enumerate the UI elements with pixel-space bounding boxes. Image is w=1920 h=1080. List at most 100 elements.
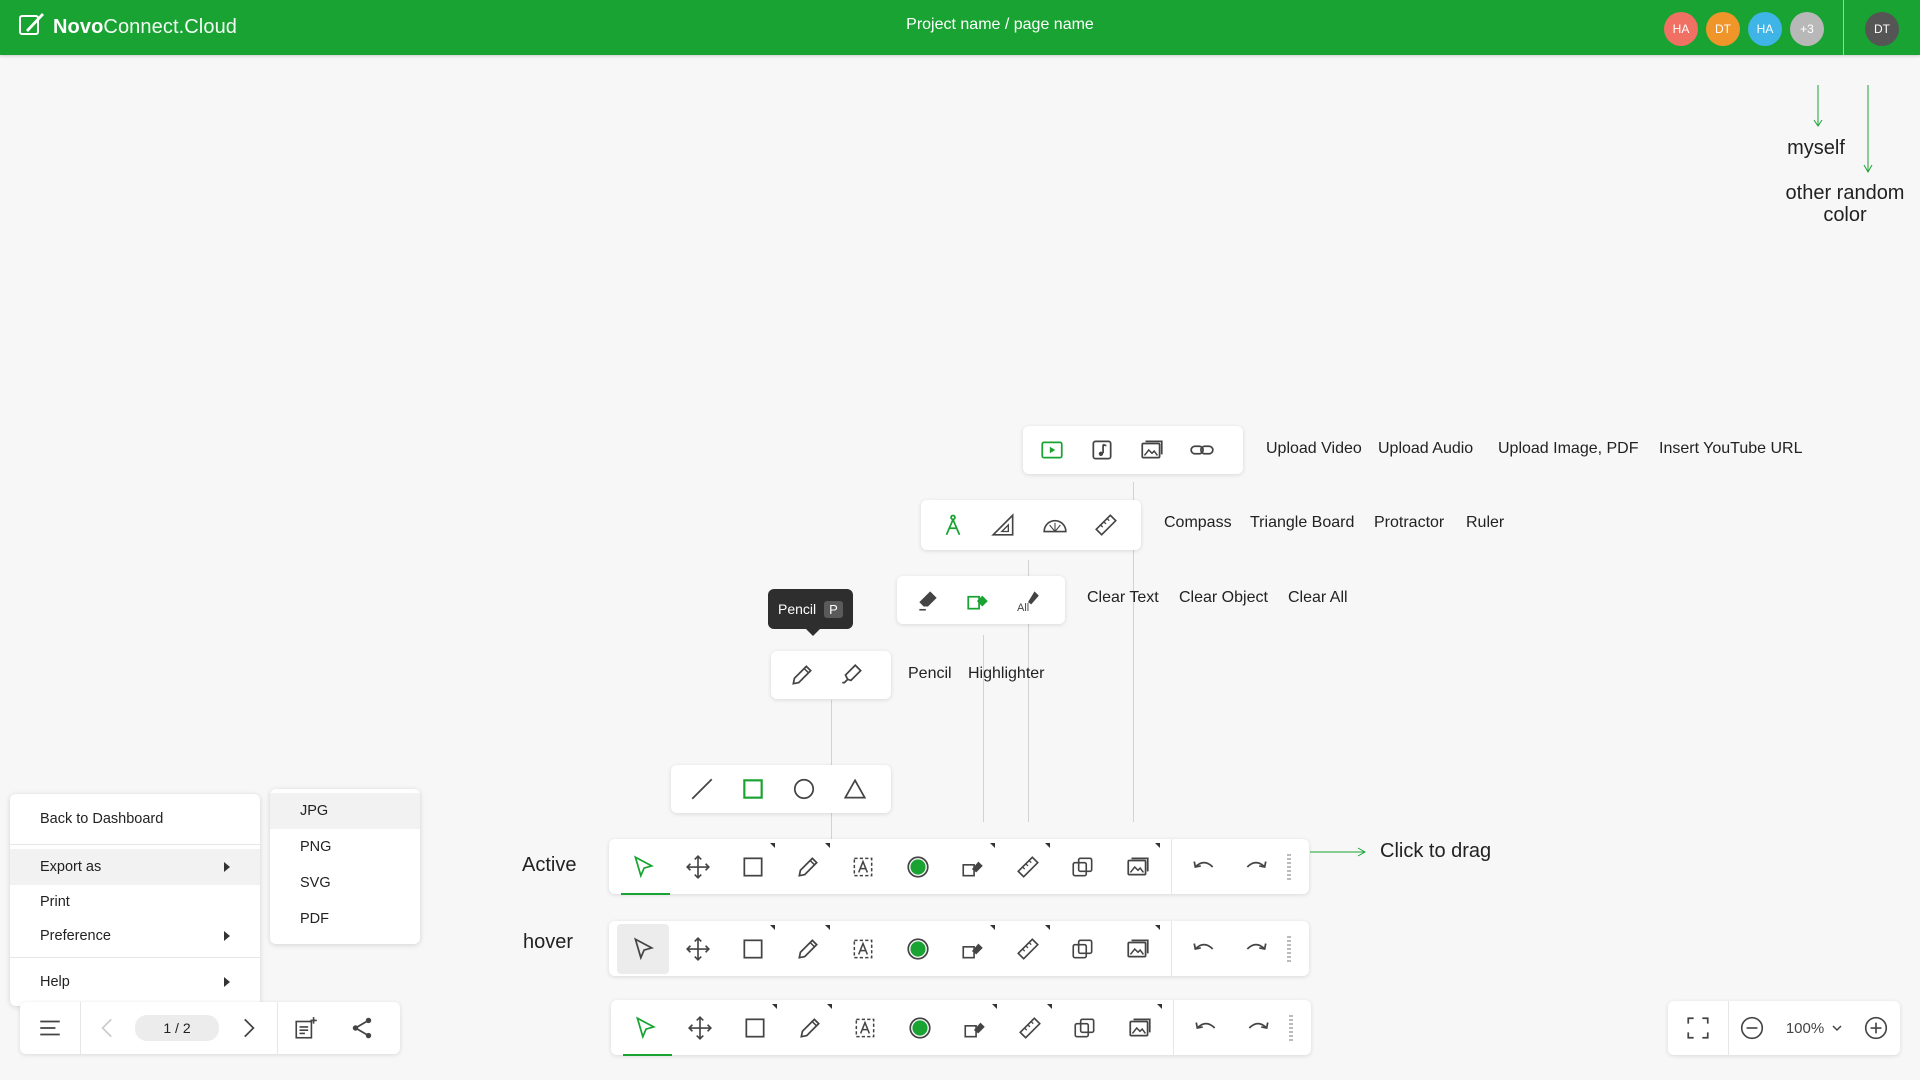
export-svg[interactable]: SVG [270,865,420,901]
fullscreen-button[interactable] [1668,1001,1728,1055]
hamburger-icon [40,1020,60,1036]
self-avatar[interactable]: DT [1865,12,1899,46]
submenu-corner-icon [1045,843,1050,848]
main-menu: Back to Dashboard Export as Print Prefer… [10,794,260,1006]
submenu-corner-icon [990,843,995,848]
menu-preference[interactable]: Preference [10,919,260,953]
ruler-button[interactable] [1080,501,1131,549]
menu-button[interactable] [20,1002,80,1054]
color-tool-button[interactable] [892,1000,947,1055]
clear-object-button[interactable] [953,576,1003,624]
menu-back-to-dashboard[interactable]: Back to Dashboard [10,802,260,836]
eraser-tool-button[interactable] [945,921,1000,976]
redo-button[interactable] [1230,921,1282,976]
move-tool-button[interactable] [670,839,725,894]
add-page-button[interactable] [278,1002,334,1054]
ruler-tool-button[interactable] [1002,1000,1057,1055]
video-icon [1041,441,1063,459]
select-tool-button[interactable] [617,923,669,974]
undo-button[interactable] [1180,1000,1232,1055]
eraser-tool-button[interactable] [945,839,1000,894]
protractor-button[interactable] [1029,501,1080,549]
export-pdf[interactable]: PDF [270,901,420,937]
redo-icon [1248,1021,1269,1029]
collaborator-avatar[interactable]: HA [1664,12,1698,46]
upload-image-button[interactable] [1127,426,1177,474]
compass-button[interactable] [927,501,978,549]
triangle-board-button[interactable] [978,501,1029,549]
menu-export-as[interactable]: Export as [10,849,260,885]
move-tool-button[interactable] [670,921,725,976]
menu-print[interactable]: Print [10,885,260,919]
submenu-corner-icon [770,925,775,930]
collaborator-avatar[interactable]: DT [1706,12,1740,46]
color-tool-button[interactable] [890,921,945,976]
page-indicator[interactable]: 1 / 2 [135,1015,219,1041]
redo-button[interactable] [1230,839,1282,894]
color-tool-button[interactable] [890,839,945,894]
export-png[interactable]: PNG [270,829,420,865]
insert-link-button[interactable] [1177,426,1227,474]
zoom-level-select[interactable]: 100% [1775,1020,1853,1037]
redo-button[interactable] [1232,1000,1284,1055]
image-tool-button[interactable] [1112,1000,1167,1055]
copy-icon [1071,939,1092,958]
drag-handle[interactable] [1282,839,1296,894]
shape-tool-button[interactable] [725,839,780,894]
zoom-in-button[interactable] [1853,1001,1899,1055]
label-upload-audio: Upload Audio [1378,440,1474,457]
page-title[interactable]: Project name / page name [700,16,1300,34]
menu-divider [10,957,260,958]
ruler-tool-button[interactable] [1000,921,1055,976]
shape-tool-button[interactable] [725,921,780,976]
eraser-tool-button[interactable] [947,1000,1002,1055]
highlighter-button[interactable] [827,651,877,699]
zoom-out-button[interactable] [1729,1001,1775,1055]
collaborator-avatar[interactable]: HA [1748,12,1782,46]
ruler-icon [1016,937,1039,960]
copy-tool-button[interactable] [1057,1000,1112,1055]
submenu-corner-icon [992,1004,997,1009]
pencil-icon [792,665,812,685]
select-tool-button[interactable] [617,1000,672,1056]
upload-audio-button[interactable] [1077,426,1127,474]
text-tool-button[interactable] [835,839,890,894]
clear-all-button[interactable]: All [1003,576,1053,624]
pencil-button[interactable] [777,651,827,699]
image-tool-button[interactable] [1110,921,1165,976]
pencil-tool-button[interactable] [780,921,835,976]
shape-tool-button[interactable] [727,1000,782,1055]
prev-page-button[interactable] [81,1002,135,1054]
menu-help[interactable]: Help [10,965,260,999]
menu-item-label: Help [40,974,70,990]
ruler-tool-button[interactable] [1000,839,1055,894]
clear-text-button[interactable] [903,576,953,624]
undo-button[interactable] [1178,839,1230,894]
copy-tool-button[interactable] [1055,921,1110,976]
text-tool-button[interactable] [837,1000,892,1055]
pencil-tool-button[interactable] [780,839,835,894]
copy-tool-button[interactable] [1055,839,1110,894]
line-tool-button[interactable] [676,765,727,813]
share-button[interactable] [334,1002,390,1054]
next-page-button[interactable] [219,1002,277,1054]
image-tool-button[interactable] [1110,839,1165,894]
undo-button[interactable] [1178,921,1230,976]
move-tool-button[interactable] [672,1000,727,1055]
active-indicator [621,893,670,895]
pencil-tool-button[interactable] [782,1000,837,1055]
eraser-toolbar: All [897,576,1065,624]
menu-item-label: PNG [300,839,332,855]
drag-handle[interactable] [1284,1000,1298,1055]
select-tool-button[interactable] [615,839,670,895]
export-jpg[interactable]: JPG [270,793,420,829]
triangle-tool-button[interactable] [829,765,880,813]
rectangle-tool-button[interactable] [727,765,778,813]
text-tool-button[interactable] [835,921,890,976]
label-clear-object: Clear Object [1179,589,1268,606]
upload-video-button[interactable] [1027,426,1077,474]
drag-handle[interactable] [1282,921,1296,976]
more-collaborators-badge[interactable]: +3 [1790,12,1824,46]
circle-tool-button[interactable] [778,765,829,813]
app-logo[interactable]: Novo Connect.Cloud [18,12,237,42]
